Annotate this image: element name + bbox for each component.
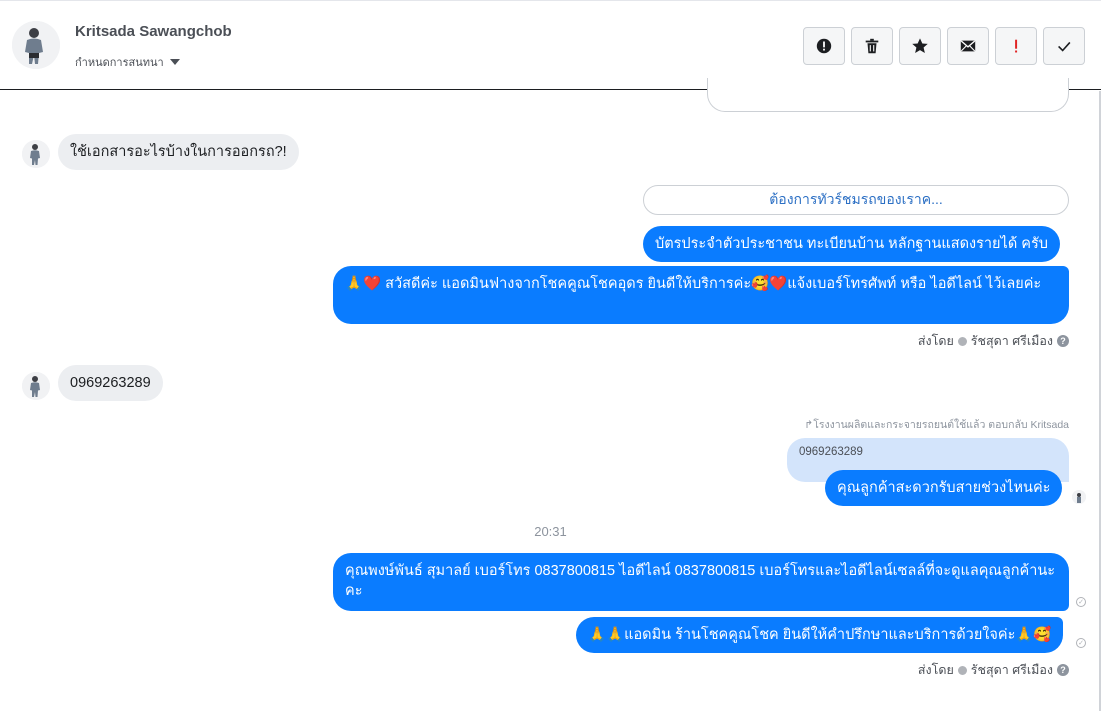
mark-spam-button[interactable] (803, 27, 845, 65)
star-icon (912, 38, 928, 54)
sent-check-icon: ✓ (1076, 638, 1086, 648)
contact-avatar-small (22, 372, 50, 400)
assign-conversation-dropdown[interactable]: กำหนดการสนทนา (75, 53, 180, 71)
alert-circle-icon (816, 38, 832, 54)
outgoing-message[interactable]: 🙏🙏แอดมิน ร้านโชคคูณโชค ยินดีให้คำปรึกษาแ… (576, 617, 1064, 653)
help-icon[interactable]: ? (1057, 664, 1069, 676)
reply-arrow-icon: ↱ (804, 419, 814, 431)
trash-icon (865, 38, 879, 54)
message-timestamp: 20:31 (534, 524, 567, 539)
agent-avatar-icon (957, 665, 967, 675)
sent-by-name: รัชสุดา ศรีเมือง (970, 663, 1053, 677)
contact-avatar-small (22, 140, 50, 168)
caret-down-icon (169, 59, 180, 65)
conversation-header: Kritsada Sawangchob กำหนดการสนทนา (0, 0, 1101, 90)
checkmark-icon (1058, 41, 1071, 52)
exclamation-icon (1015, 39, 1018, 53)
outgoing-message[interactable]: 🙏❤️ สวัสดีค่ะ แอดมินฟางจากโชคคูณโชคอุดร … (333, 266, 1069, 324)
seen-avatar (1072, 490, 1086, 504)
mark-unread-button[interactable] (947, 27, 989, 65)
sent-by-label: ส่งโดย (917, 334, 954, 348)
messenger-conversation: Kritsada Sawangchob กำหนดการสนทนา ใช้เอก… (0, 0, 1101, 711)
outgoing-message[interactable]: คุณพงษ์พันธ์ สุมาลย์ เบอร์โทร 0837800815… (333, 553, 1069, 611)
sent-by-info: ส่งโดย รัชสุดา ศรีเมือง ? (918, 660, 1069, 680)
reply-context-text: โรงงานผลิตและกระจายรถยนต์ใช้แล้ว ตอบกลับ… (813, 419, 1069, 431)
contact-avatar[interactable] (12, 21, 60, 69)
agent-avatar-icon (957, 336, 967, 346)
header-actions (803, 27, 1085, 65)
previous-message-card (707, 78, 1069, 112)
sent-by-info: ส่งโดย รัชสุดา ศรีเมือง ? (918, 331, 1069, 351)
delete-button[interactable] (851, 27, 893, 65)
incoming-message[interactable]: ใช้เอกสารอะไรบ้างในการออกรถ?! (58, 134, 299, 170)
follow-up-button[interactable] (995, 27, 1037, 65)
tour-request-button[interactable]: ต้องการทัวร์ชมรถของเราค... (643, 185, 1069, 215)
star-button[interactable] (899, 27, 941, 65)
outgoing-message[interactable]: บัตรประจำตัวประชาชน ทะเบียนบ้าน หลักฐานแ… (643, 226, 1060, 262)
reply-context: ↱โรงงานผลิตและกระจายรถยนต์ใช้แล้ว ตอบกลั… (804, 416, 1069, 433)
mark-done-button[interactable] (1043, 27, 1085, 65)
assign-conversation-label: กำหนดการสนทนา (75, 56, 164, 69)
envelope-icon (960, 40, 976, 52)
incoming-message[interactable]: 0969263289 (58, 365, 163, 401)
sent-by-name: รัชสุดา ศรีเมือง (970, 334, 1053, 348)
sent-by-label: ส่งโดย (917, 663, 954, 677)
help-icon[interactable]: ? (1057, 335, 1069, 347)
contact-name: Kritsada Sawangchob (75, 23, 232, 40)
sent-check-icon: ✓ (1076, 597, 1086, 607)
outgoing-message[interactable]: คุณลูกค้าสะดวกรับสายช่วงไหนค่ะ (825, 470, 1063, 506)
